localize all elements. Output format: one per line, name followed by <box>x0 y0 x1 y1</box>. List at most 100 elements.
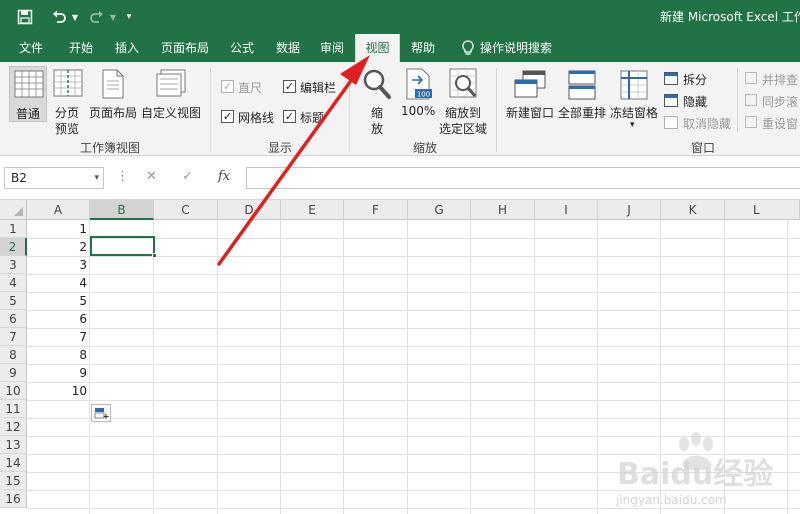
cell-a9[interactable]: 9 <box>27 364 89 382</box>
row-header-10[interactable]: 10 <box>0 382 27 400</box>
zoom-label-1: 缩 <box>371 106 384 120</box>
name-box[interactable]: B2 ▾ <box>4 167 104 189</box>
lightbulb-icon[interactable] <box>458 34 478 62</box>
zoom-label-2: 放 <box>371 122 384 136</box>
row-header-8[interactable]: 8 <box>0 346 27 364</box>
chevron-down-icon[interactable]: ▾ <box>94 168 99 188</box>
zoom-100-label: 100% <box>401 104 436 118</box>
formula-input[interactable] <box>246 167 800 189</box>
row-header-2[interactable]: 2 <box>0 238 27 256</box>
cell-a5[interactable]: 5 <box>27 292 89 310</box>
column-header-j[interactable]: J <box>598 200 661 220</box>
row-header-14[interactable]: 14 <box>0 454 27 472</box>
zoom-100-button[interactable]: 100 100% <box>400 66 438 122</box>
normal-view-button[interactable]: 普通 <box>9 66 47 122</box>
tab-page-layout[interactable]: 页面布局 <box>152 34 218 62</box>
row-header-5[interactable]: 5 <box>0 292 27 310</box>
row-header-9[interactable]: 9 <box>0 364 27 382</box>
tab-formulas[interactable]: 公式 <box>220 34 264 62</box>
gridline <box>343 220 344 514</box>
row-header-3[interactable]: 3 <box>0 256 27 274</box>
column-header-e[interactable]: E <box>281 200 344 220</box>
cell-a2[interactable]: 2 <box>27 238 89 256</box>
column-header-c[interactable]: C <box>154 200 218 220</box>
new-window-icon <box>514 70 546 98</box>
auto-fill-options-button[interactable] <box>91 404 111 422</box>
column-header-b[interactable]: B <box>90 200 154 220</box>
column-header-a[interactable]: A <box>27 200 90 220</box>
insert-function-icon[interactable]: fx <box>218 169 230 184</box>
page-layout-view-button[interactable]: 页面布局 <box>88 66 138 122</box>
formula-bar-checkbox[interactable]: ✓ <box>283 80 296 93</box>
row-header-11[interactable]: 11 <box>0 400 27 418</box>
cancel-icon[interactable]: ✕ <box>146 169 157 184</box>
freeze-panes-button[interactable]: 冻结窗格 ▾ <box>608 66 660 138</box>
tab-file[interactable]: 文件 <box>8 34 54 62</box>
undo-icon[interactable] <box>48 7 70 27</box>
chevron-down-icon: ▾ <box>630 120 635 130</box>
row-header-4[interactable]: 4 <box>0 274 27 292</box>
custom-views-icon <box>156 69 186 97</box>
gridline <box>153 220 154 514</box>
column-header-g[interactable]: G <box>408 200 471 220</box>
column-header-h[interactable]: H <box>471 200 535 220</box>
selected-cell-b2[interactable] <box>90 236 155 256</box>
cell-a7[interactable]: 7 <box>27 328 89 346</box>
zoom-selection-label-2: 选定区域 <box>439 122 488 136</box>
arrange-all-button[interactable]: 全部重排 <box>556 66 608 122</box>
cell-a4[interactable]: 4 <box>27 274 89 292</box>
column-header-f[interactable]: F <box>344 200 408 220</box>
split-button[interactable]: 拆分 <box>683 71 707 88</box>
column-header-d[interactable]: D <box>218 200 281 220</box>
tab-home[interactable]: 开始 <box>58 34 104 62</box>
gridlines-checkbox[interactable]: ✓ <box>221 110 234 123</box>
unhide-icon <box>664 116 678 129</box>
zoom-button[interactable]: 缩 放 <box>358 66 396 138</box>
tab-review[interactable]: 审阅 <box>310 34 354 62</box>
save-icon[interactable] <box>14 7 36 27</box>
gridline <box>27 256 800 257</box>
reset-position-button: 重设窗 <box>762 117 799 131</box>
tell-me-search[interactable]: 操作说明搜索 <box>480 34 556 62</box>
show-group-label: 显示 <box>267 141 292 155</box>
gridline <box>27 274 800 275</box>
ribbon: 普通 分页 预览 页面布局 自定义视图 工作簿视图 ✓ 直尺 ✓ 编辑栏 ✓ 网… <box>0 62 800 156</box>
row-header-6[interactable]: 6 <box>0 310 27 328</box>
column-header-l[interactable]: L <box>725 200 800 220</box>
enter-icon[interactable]: ✓ <box>182 169 193 184</box>
workbook-views-group-label: 工作簿视图 <box>79 141 140 155</box>
window-group-label: 窗口 <box>690 141 715 155</box>
row-header-1[interactable]: 1 <box>0 220 27 238</box>
customize-icon[interactable]: ▾ <box>122 7 136 27</box>
cell-a6[interactable]: 6 <box>27 310 89 328</box>
cell-a1[interactable]: 1 <box>27 220 89 238</box>
row-header-13[interactable]: 13 <box>0 436 27 454</box>
gridline <box>89 220 90 514</box>
new-window-button[interactable]: 新建窗口 <box>504 66 556 122</box>
tab-data[interactable]: 数据 <box>266 34 310 62</box>
zoom-to-selection-button[interactable]: 缩放到 选定区域 <box>438 66 490 138</box>
tab-insert[interactable]: 插入 <box>104 34 150 62</box>
headings-checkbox[interactable]: ✓ <box>283 110 296 123</box>
select-all-button[interactable] <box>0 200 27 220</box>
tab-view[interactable]: 视图 <box>355 34 400 63</box>
hide-button[interactable]: 隐藏 <box>683 93 707 110</box>
undo-dropdown-icon[interactable]: ▼ <box>70 7 80 27</box>
tab-help[interactable]: 帮助 <box>400 34 446 62</box>
custom-views-button[interactable]: 自定义视图 <box>140 66 202 122</box>
cell-a3[interactable]: 3 <box>27 256 89 274</box>
row-header-15[interactable]: 15 <box>0 472 27 490</box>
column-header-k[interactable]: K <box>661 200 725 220</box>
row-header-12[interactable]: 12 <box>0 418 27 436</box>
cell-a10[interactable]: 10 <box>27 382 89 400</box>
group-divider <box>737 68 738 132</box>
page-break-preview-button[interactable]: 分页 预览 <box>50 66 86 138</box>
magnifier-icon <box>363 69 391 99</box>
cell-a8[interactable]: 8 <box>27 346 89 364</box>
gridline <box>27 400 800 401</box>
page-layout-icon <box>102 69 124 99</box>
fill-handle[interactable] <box>152 253 157 258</box>
row-header-16[interactable]: 16 <box>0 490 27 508</box>
row-header-7[interactable]: 7 <box>0 328 27 346</box>
column-header-i[interactable]: I <box>535 200 598 220</box>
